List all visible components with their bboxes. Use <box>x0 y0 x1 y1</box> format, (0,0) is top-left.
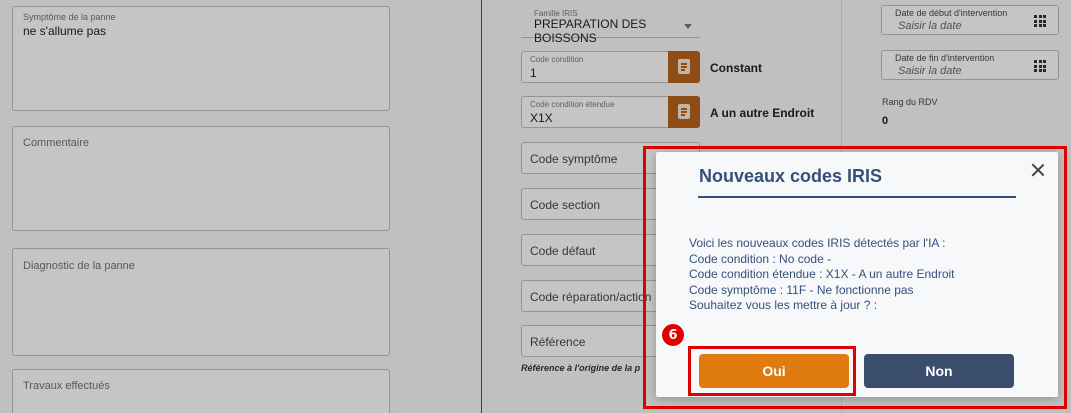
message-line: Voici les nouveaux codes IRIS détectés p… <box>689 236 946 250</box>
dialog-title: Nouveaux codes IRIS <box>699 166 883 186</box>
dialog-message: Voici les nouveaux codes IRIS détectés p… <box>689 236 955 314</box>
oui-button[interactable]: Oui <box>699 354 849 388</box>
title-underline <box>698 196 1016 198</box>
message-line: Code condition : No code - <box>689 251 832 266</box>
step-number-badge: 6 <box>660 322 686 348</box>
non-button[interactable]: Non <box>864 354 1014 388</box>
close-icon[interactable] <box>1030 162 1046 178</box>
iris-codes-dialog: Nouveaux codes IRIS Voici les nouveaux c… <box>656 152 1058 397</box>
message-line: Code symptôme : 11F - Ne fonctionne pas <box>689 282 914 297</box>
message-line: Code condition étendue : X1X - A un autr… <box>689 267 955 281</box>
message-line: Souhaitez vous les mettre à jour ? : <box>689 298 878 312</box>
